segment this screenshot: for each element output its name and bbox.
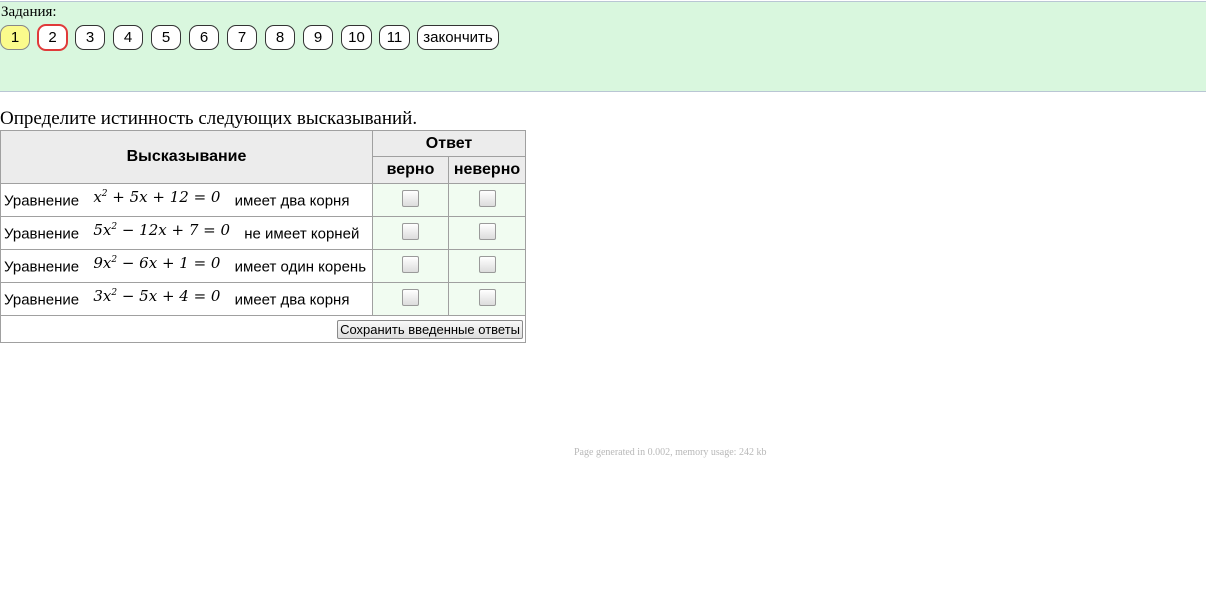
save-row: Сохранить введенные ответы [0, 315, 526, 343]
true-cell [372, 282, 449, 316]
table-row: Уравнение 9x2 − 6x + 1 = 0 имеет один ко… [0, 249, 526, 283]
false-cell [448, 183, 526, 217]
page-generated-footer: Page generated in 0.002, memory usage: 2… [574, 447, 767, 458]
equation-term: 5x [93, 220, 112, 239]
task-button-4[interactable]: 4 [113, 25, 143, 50]
true-checkbox[interactable] [402, 190, 419, 207]
question-prompt: Определите истинность следующих высказыв… [0, 108, 418, 129]
task-button-1[interactable]: 1 [0, 25, 30, 50]
answers-table: Высказывание Ответ верно неверно Уравнен… [0, 130, 526, 343]
statement-word: Уравнение [4, 225, 80, 243]
equation-rest: − 5x + 4 = 0 [117, 286, 221, 305]
answer-column-header: Ответ [372, 130, 526, 157]
equation: x2 + 5x + 12 = 0 [93, 188, 220, 206]
false-checkbox[interactable] [478, 190, 496, 207]
statement-cell: Уравнение 3x2 − 5x + 4 = 0 имеет два кор… [0, 282, 373, 316]
equation-term: x [93, 187, 102, 206]
true-checkbox[interactable] [402, 289, 419, 306]
save-answers-button[interactable]: Сохранить введенные ответы [337, 319, 523, 339]
equation-term: 9x [93, 253, 112, 272]
task-button-8[interactable]: 8 [265, 25, 295, 50]
equation-term: 3x [93, 286, 112, 305]
false-cell [448, 249, 526, 283]
equation-rest: + 5x + 12 = 0 [107, 187, 221, 206]
table-row: Уравнение 3x2 − 5x + 4 = 0 имеет два кор… [0, 282, 526, 316]
statement-word: Уравнение [4, 291, 80, 309]
statement-word: Уравнение [4, 192, 80, 210]
statement-tail: имеет два корня [234, 192, 350, 210]
true-cell [372, 216, 449, 250]
statement-tail: не имеет корней [244, 225, 360, 243]
task-button-6[interactable]: 6 [189, 25, 219, 50]
statement-cell: Уравнение 5x2 − 12x + 7 = 0 не имеет кор… [0, 216, 373, 250]
task-button-7[interactable]: 7 [227, 25, 257, 50]
equation-rest: − 12x + 7 = 0 [117, 220, 231, 239]
true-cell [372, 183, 449, 217]
statement-cell: Уравнение x2 + 5x + 12 = 0 имеет два кор… [0, 183, 373, 217]
task-button-11[interactable]: 11 [379, 25, 410, 50]
finish-button[interactable]: закончить [417, 25, 499, 50]
tasks-label: Задания: [1, 4, 57, 20]
equation-rest: − 6x + 1 = 0 [117, 253, 221, 272]
task-button-5[interactable]: 5 [151, 25, 181, 50]
statement-tail: имеет один корень [234, 258, 367, 276]
task-button-10[interactable]: 10 [341, 25, 372, 50]
false-checkbox[interactable] [478, 256, 496, 273]
task-button-9[interactable]: 9 [303, 25, 333, 50]
equation: 9x2 − 6x + 1 = 0 [93, 254, 220, 272]
true-checkbox[interactable] [402, 223, 419, 240]
false-checkbox[interactable] [478, 289, 496, 306]
equation: 3x2 − 5x + 4 = 0 [93, 287, 220, 305]
true-column-header: верно [372, 156, 449, 184]
statement-cell: Уравнение 9x2 − 6x + 1 = 0 имеет один ко… [0, 249, 373, 283]
table-row: Уравнение 5x2 − 12x + 7 = 0 не имеет кор… [0, 216, 526, 250]
tasks-panel: Задания: 1 2 3 4 5 6 7 8 9 10 11 закончи… [0, 1, 1206, 92]
task-button-2[interactable]: 2 [37, 24, 68, 51]
false-cell [448, 216, 526, 250]
task-button-3[interactable]: 3 [75, 25, 105, 50]
false-checkbox[interactable] [478, 223, 496, 240]
table-row: Уравнение x2 + 5x + 12 = 0 имеет два кор… [0, 183, 526, 217]
false-cell [448, 282, 526, 316]
statement-word: Уравнение [4, 258, 80, 276]
true-checkbox[interactable] [402, 256, 419, 273]
false-column-header: неверно [448, 156, 526, 184]
save-cell: Сохранить введенные ответы [0, 315, 526, 343]
true-cell [372, 249, 449, 283]
equation: 5x2 − 12x + 7 = 0 [93, 221, 230, 239]
statement-column-header: Высказывание [0, 130, 373, 184]
statement-tail: имеет два корня [234, 291, 350, 309]
